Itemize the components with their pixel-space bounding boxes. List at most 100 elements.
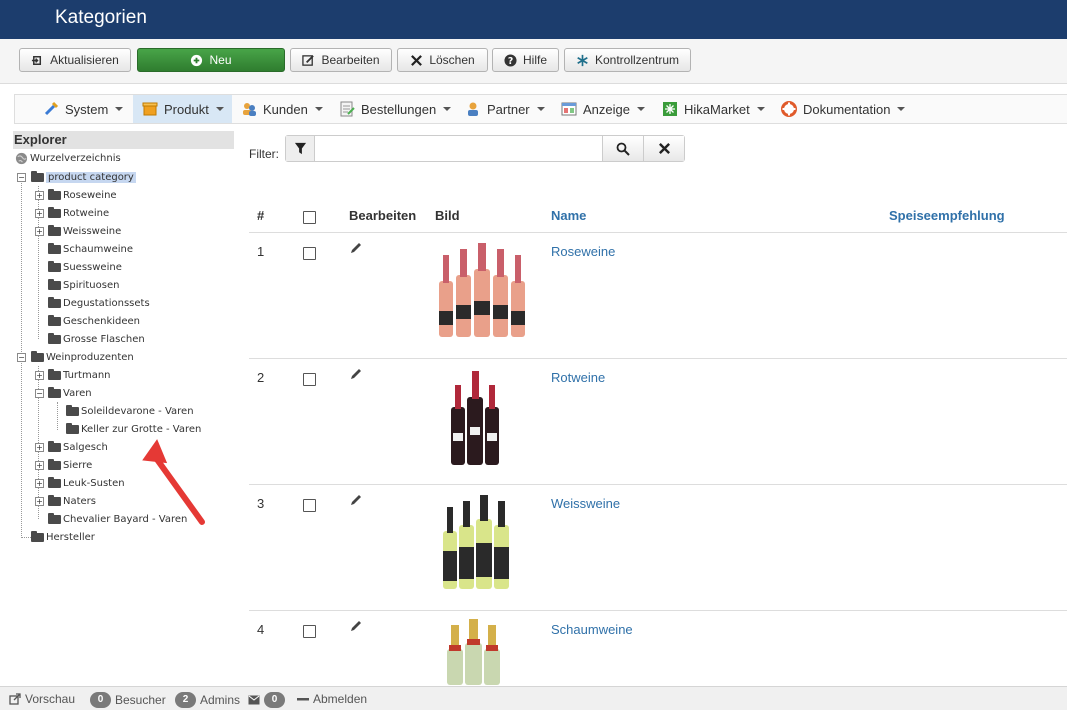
collapse-toggle[interactable]: −	[35, 389, 44, 398]
tree-node-label: Degustationssets	[63, 297, 150, 309]
collapse-toggle[interactable]: −	[17, 173, 26, 182]
admins-indicator[interactable]: 2 Admins	[175, 692, 240, 708]
col-image: Bild	[435, 208, 460, 223]
row-number: 1	[257, 244, 265, 259]
menu-partner[interactable]: Partner	[465, 95, 545, 123]
admins-label: Admins	[200, 693, 241, 707]
category-name-link[interactable]: Weissweine	[551, 496, 620, 511]
collapse-toggle[interactable]: −	[17, 353, 26, 362]
svg-text:?: ?	[508, 55, 513, 66]
pencil-icon[interactable]	[349, 493, 363, 507]
tree-node-product-category[interactable]: product category	[31, 169, 136, 185]
folder-icon	[48, 368, 61, 380]
orders-icon	[340, 101, 355, 117]
tree-node-salgesch[interactable]: Salgesch	[48, 439, 108, 455]
expand-toggle[interactable]: +	[35, 479, 44, 488]
tree-node-sierre[interactable]: Sierre	[48, 457, 92, 473]
tree-node-label: Rotweine	[63, 207, 110, 219]
tree-node-rotweine[interactable]: Rotweine	[48, 205, 109, 221]
folder-open-icon	[31, 350, 44, 362]
tree-node-weissweine[interactable]: Weissweine	[48, 223, 121, 239]
tree-node-suessweine[interactable]: Suessweine	[48, 259, 122, 275]
edit-button[interactable]: Bearbeiten	[290, 48, 392, 72]
menu-bestellungen[interactable]: Bestellungen	[339, 95, 452, 123]
folder-icon	[48, 458, 61, 470]
expand-toggle[interactable]: +	[35, 209, 44, 218]
clear-filter-button[interactable]	[643, 136, 684, 161]
filter-input[interactable]	[315, 136, 602, 161]
expand-toggle[interactable]: +	[35, 461, 44, 470]
row-checkbox[interactable]	[303, 373, 316, 386]
lifebuoy-icon	[781, 101, 797, 117]
tree-node-varen[interactable]: Varen	[48, 385, 92, 401]
tree-node-leuk-susten[interactable]: Leuk-Susten	[48, 475, 125, 491]
visitors-label: Besucher	[115, 693, 166, 707]
external-link-icon	[9, 693, 21, 705]
tree-node-naters[interactable]: Naters	[48, 493, 96, 509]
select-all-checkbox[interactable]	[303, 211, 316, 224]
expand-toggle[interactable]: +	[35, 227, 44, 236]
menu-anzeige[interactable]: Anzeige	[561, 95, 645, 123]
tree-node-label: Hersteller	[46, 531, 95, 543]
row-checkbox[interactable]	[303, 247, 316, 260]
globe-icon	[15, 152, 28, 164]
row-checkbox[interactable]	[303, 499, 316, 512]
expand-toggle[interactable]: +	[35, 443, 44, 452]
tree-node-soleildevarone[interactable]: Soleildevarone - Varen	[66, 403, 194, 419]
funnel-icon	[294, 142, 306, 155]
tree-node-schaumweine[interactable]: Schaumweine	[48, 241, 133, 257]
delete-button[interactable]: Löschen	[397, 48, 488, 72]
help-button[interactable]: ? Hilfe	[492, 48, 559, 72]
table-row: 4 Schaumweine	[249, 611, 1067, 686]
chevron-down-icon	[536, 107, 545, 111]
tree-root-label: Wurzelverzeichnis	[30, 152, 121, 164]
expand-toggle[interactable]: +	[35, 191, 44, 200]
tree-node-label: Suessweine	[63, 261, 122, 273]
table-row: 1 Roseweine	[249, 233, 1067, 359]
menu-dokumentation[interactable]: Dokumentation	[781, 95, 906, 123]
users-icon	[243, 103, 256, 116]
menu-anzeige-label: Anzeige	[583, 101, 630, 117]
tree-node-roseweine[interactable]: Roseweine	[48, 187, 117, 203]
category-name-link[interactable]: Roseweine	[551, 244, 615, 259]
menu-kunden[interactable]: Kunden	[241, 95, 323, 123]
preview-link[interactable]: Vorschau	[9, 692, 75, 706]
tree-root[interactable]: Wurzelverzeichnis	[15, 150, 121, 166]
tree-node-hersteller[interactable]: Hersteller	[31, 529, 95, 545]
tree-node-label: Weissweine	[63, 225, 122, 237]
tree-node-weinproduzenten[interactable]: Weinproduzenten	[31, 349, 134, 365]
menu-hikamarket[interactable]: HikaMarket	[662, 95, 765, 123]
col-pairing-sort[interactable]: Speiseempfehlung	[889, 208, 1005, 223]
tree-node-label: Grosse Flaschen	[63, 333, 145, 345]
status-bar: Vorschau 0 Besucher 2 Admins 0 Abmelden	[0, 686, 1067, 710]
category-name-link[interactable]: Rotweine	[551, 370, 605, 385]
control-center-button[interactable]: Kontrollzentrum	[564, 48, 691, 72]
messages-indicator[interactable]: 0	[248, 692, 285, 708]
category-name-link[interactable]: Schaumweine	[551, 622, 633, 637]
tree-node-degustationssets[interactable]: Degustationssets	[48, 295, 150, 311]
pencil-icon[interactable]	[349, 241, 363, 255]
tree-node-turtmann[interactable]: Turtmann	[48, 367, 111, 383]
folder-icon	[48, 260, 61, 272]
pencil-icon[interactable]	[349, 367, 363, 381]
row-number: 3	[257, 496, 265, 511]
tree-node-label: Sierre	[63, 459, 93, 471]
close-icon	[411, 54, 423, 66]
tree-node-label: product category	[46, 171, 136, 183]
tree-node-grosse-flaschen[interactable]: Grosse Flaschen	[48, 331, 145, 347]
logout-link[interactable]: Abmelden	[297, 692, 367, 706]
delete-label: Löschen	[429, 53, 475, 67]
expand-toggle[interactable]: +	[35, 371, 44, 380]
tree-node-spirituosen[interactable]: Spirituosen	[48, 277, 119, 293]
row-checkbox[interactable]	[303, 625, 316, 638]
tree-node-geschenkideen[interactable]: Geschenkideen	[48, 313, 140, 329]
category-image-rotweine	[435, 367, 531, 467]
folder-icon	[48, 206, 61, 218]
visitors-indicator[interactable]: 0 Besucher	[90, 692, 166, 708]
expand-toggle[interactable]: +	[35, 497, 44, 506]
col-name-sort[interactable]: Name	[551, 208, 586, 223]
pencil-icon[interactable]	[349, 619, 363, 633]
col-edit: Bearbeiten	[349, 208, 417, 223]
search-button[interactable]	[602, 136, 643, 161]
filter-toggle-button[interactable]	[286, 136, 315, 161]
